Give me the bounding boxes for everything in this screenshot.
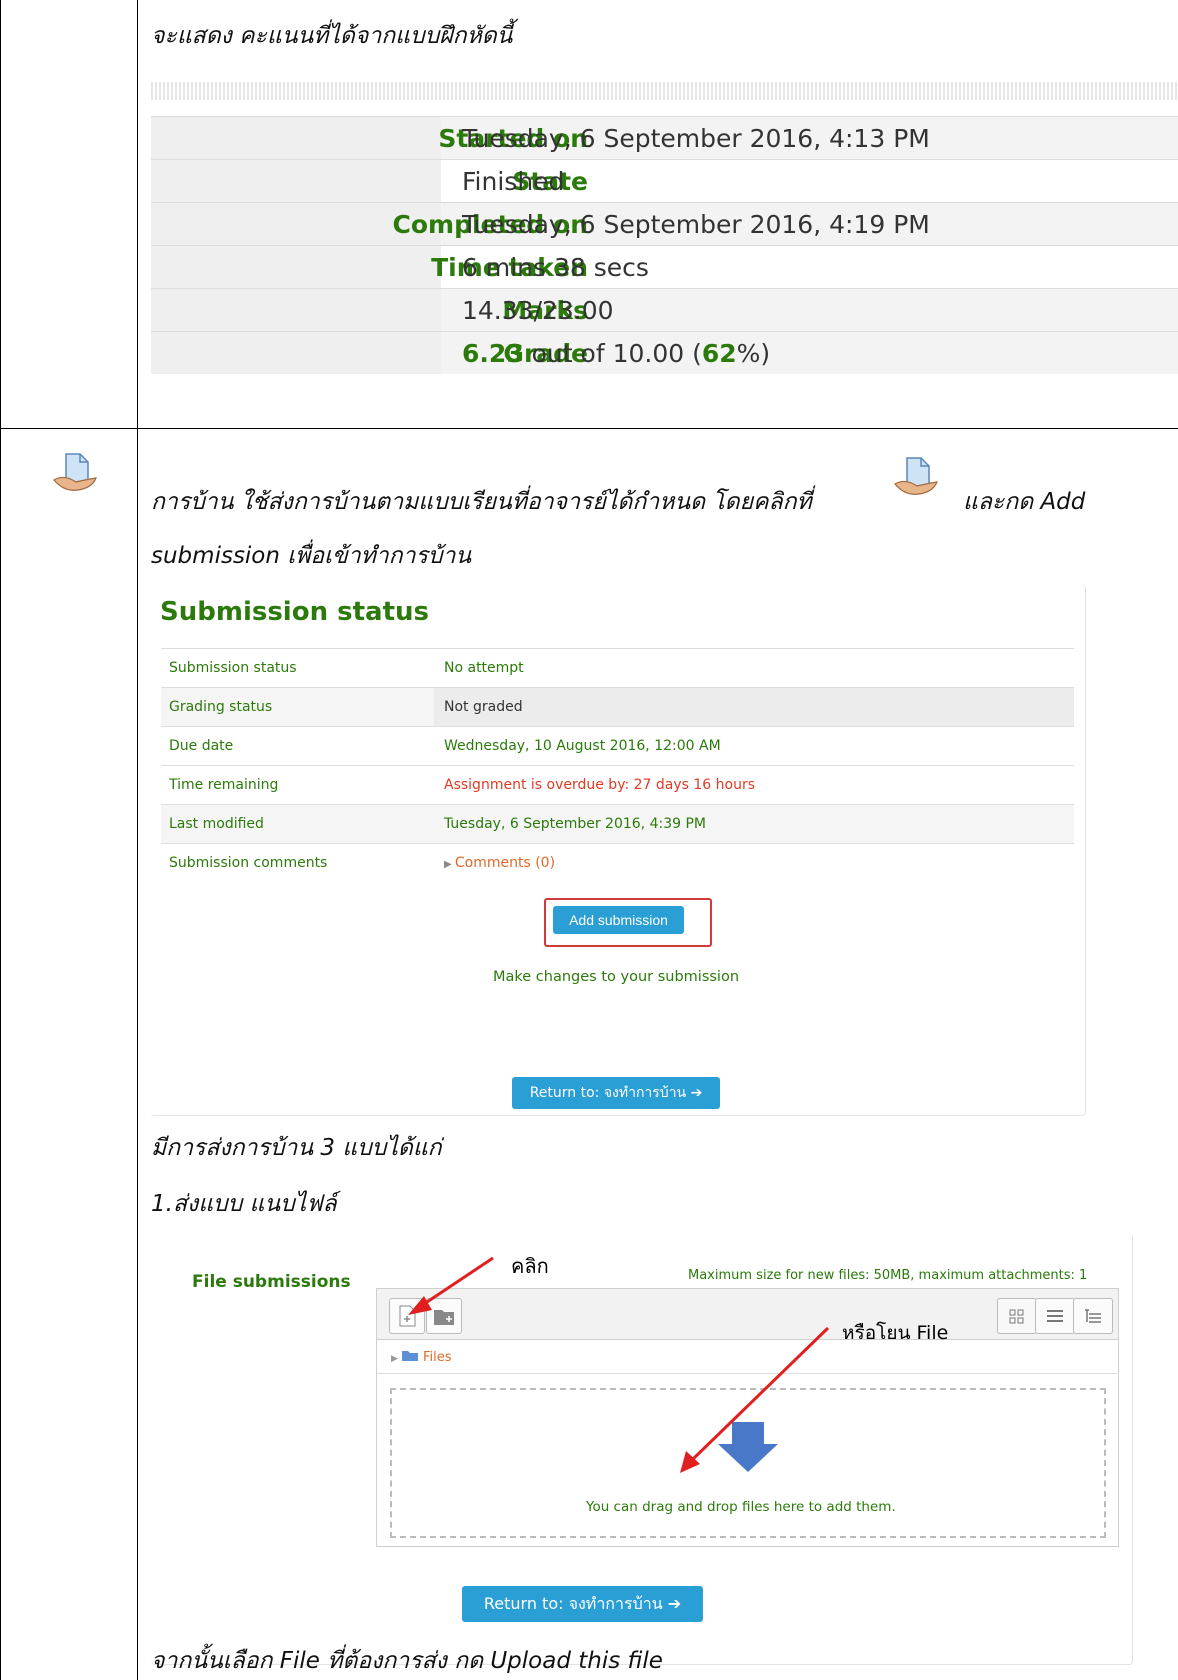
- footer-text: จากนั้นเลือก File ที่ต้องการส่ง กด Uploa…: [151, 1648, 663, 1674]
- annotation-click: คลิก: [511, 1254, 549, 1278]
- annotation-drag: หรือโยน File: [842, 1322, 949, 1344]
- annotation-arrows: [408, 1256, 830, 1473]
